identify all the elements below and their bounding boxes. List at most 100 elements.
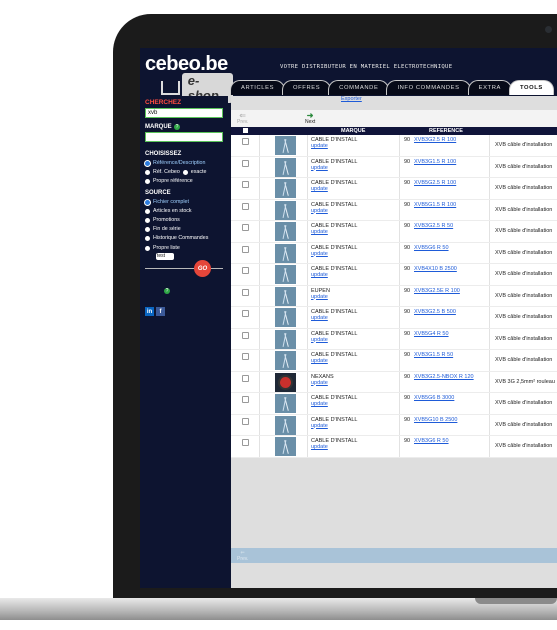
reference-link[interactable]: XVB3G2.5 R 50 (414, 223, 453, 229)
option-propre-reference[interactable]: Propre référence (145, 178, 193, 184)
update-link[interactable]: update (311, 165, 328, 171)
product-thumbnail[interactable] (275, 372, 296, 392)
reference-link[interactable]: XVB5G2.5 R 100 (414, 180, 456, 186)
row-checkbox[interactable] (242, 374, 249, 382)
site-logo[interactable]: cebeo.be e-shop (145, 53, 233, 103)
update-link[interactable]: update (311, 380, 328, 386)
update-link[interactable]: update (311, 272, 328, 278)
source-promotions[interactable]: Promotions (145, 217, 180, 223)
product-thumbnail[interactable] (275, 394, 296, 413)
product-thumbnail[interactable] (275, 437, 296, 456)
source-historique-commandes[interactable]: Historique Commandes (145, 235, 208, 241)
description-cell: XVB câble d'installation (495, 142, 553, 148)
product-thumbnail[interactable] (275, 415, 296, 435)
go-button[interactable]: GO (194, 260, 211, 277)
tab-extra[interactable]: EXTRA (467, 80, 512, 95)
update-link[interactable]: update (311, 229, 328, 235)
reference-link[interactable]: XVB5G6 B 3000 (414, 395, 454, 401)
reference-link[interactable]: XVB5G4 R 50 (414, 331, 449, 337)
tab-articles[interactable]: ARTICLES (230, 80, 286, 95)
row-checkbox[interactable] (242, 224, 249, 231)
product-thumbnail[interactable] (275, 351, 296, 370)
description-cell: XVB câble d'installation (495, 314, 553, 320)
source-fin-de-serie[interactable]: Fin de série (145, 226, 181, 232)
reference-link[interactable]: XVB3G2.5 B 500 (414, 309, 456, 315)
source-propre-liste[interactable]: Propre liste (145, 245, 180, 251)
update-link[interactable]: update (311, 186, 328, 192)
prev-button[interactable]: ⇐ Prev. (237, 112, 249, 126)
product-thumbnail[interactable] (275, 243, 296, 263)
column-divider (307, 393, 308, 414)
tab-info-commandes[interactable]: INFO COMMANDES (386, 80, 471, 95)
description-cell: XVB câble d'installation (495, 228, 553, 234)
liste-select[interactable]: test (156, 253, 174, 260)
reference-link[interactable]: XVB3G2.5 R 100 (414, 137, 456, 143)
product-thumbnail[interactable] (275, 157, 296, 177)
update-link[interactable]: update (311, 401, 328, 407)
row-checkbox[interactable] (242, 181, 249, 188)
row-checkbox[interactable] (242, 202, 249, 210)
update-link[interactable]: update (311, 337, 328, 343)
row-checkbox[interactable] (242, 288, 249, 296)
radio-icon[interactable] (182, 169, 188, 175)
product-thumbnail[interactable] (275, 200, 296, 220)
brand-cell: CABLE D'INSTALL update (311, 137, 358, 149)
update-link[interactable]: update (311, 208, 328, 214)
row-checkbox[interactable] (242, 331, 249, 339)
update-link[interactable]: update (311, 251, 328, 257)
reference-link[interactable]: XVB3G1.5 R 50 (414, 352, 453, 358)
reference-link[interactable]: XVB3G1.5 R 100 (414, 159, 456, 165)
source-fichier-complet[interactable]: Fichier complet (145, 199, 189, 205)
product-thumbnail[interactable] (275, 329, 296, 349)
reference-link[interactable]: XVB3G2.5-NBOX R 120 (414, 374, 474, 380)
facebook-icon[interactable]: f (156, 307, 165, 316)
reference-link[interactable]: XVB3G6 R 50 (414, 438, 449, 444)
product-thumbnail[interactable] (275, 286, 296, 306)
table-row: EUPEN update 90 XVB3G2.5E R 100 XVB câble d'… (231, 285, 557, 307)
tab-commande[interactable]: COMMANDE (328, 80, 390, 95)
update-link[interactable]: update (311, 423, 328, 429)
product-thumbnail[interactable] (275, 179, 296, 198)
help-icon[interactable]: ? (174, 124, 180, 130)
row-checkbox[interactable] (242, 159, 249, 167)
table-row: CABLE D'INSTALL update 90 XVB3G2.5 R 50 XVB … (231, 221, 557, 243)
select-all-checkbox[interactable] (243, 128, 248, 133)
option-reference-description[interactable]: Référence/Description (145, 160, 205, 166)
source-articles-en-stock[interactable]: Articles en stock (145, 208, 192, 214)
reference-link[interactable]: XVB4X10 B 2500 (414, 266, 457, 272)
update-link[interactable]: update (311, 294, 328, 300)
reference-link[interactable]: XVB5G6 R 50 (414, 245, 449, 251)
update-link[interactable]: update (311, 444, 328, 450)
marque-input[interactable] (145, 132, 223, 142)
quantity-cell: 90 (404, 158, 411, 165)
row-checkbox[interactable] (242, 267, 249, 274)
reference-link[interactable]: XVB5G10 B 2500 (414, 417, 457, 423)
row-checkbox[interactable] (242, 138, 249, 145)
update-link[interactable]: update (311, 315, 328, 321)
product-thumbnail[interactable] (275, 265, 296, 284)
row-checkbox[interactable] (242, 310, 249, 317)
option-ref-cebeo[interactable]: Réf. Cebeo exacte (145, 169, 206, 175)
export-link[interactable]: Exporter (341, 96, 362, 102)
row-checkbox[interactable] (242, 417, 249, 425)
row-checkbox[interactable] (242, 353, 249, 360)
product-thumbnail[interactable] (275, 222, 296, 241)
row-checkbox[interactable] (242, 245, 249, 253)
results-panel: Exporter ⇐ Prev. ➜ Next MARQUE REFERENCE… (231, 96, 557, 588)
reference-link[interactable]: XVB5G1.5 R 100 (414, 202, 456, 208)
reference-link[interactable]: XVB3G2.5E R 100 (414, 288, 460, 294)
help-icon[interactable]: ? (164, 288, 170, 294)
next-button[interactable]: ➜ Next (305, 112, 315, 126)
update-link[interactable]: update (311, 143, 328, 149)
product-thumbnail[interactable] (275, 136, 296, 155)
linkedin-icon[interactable]: in (145, 307, 154, 316)
prev-label: Prev. (237, 119, 249, 125)
tab-offres[interactable]: OFFRES (282, 80, 332, 95)
update-link[interactable]: update (311, 358, 328, 364)
search-input[interactable]: xvb (145, 108, 223, 118)
row-checkbox[interactable] (242, 396, 249, 403)
tab-tools[interactable]: TOOLS (508, 80, 554, 95)
prev-button-bottom[interactable]: ⇐ Prev. (237, 550, 248, 562)
product-thumbnail[interactable] (275, 308, 296, 327)
row-checkbox[interactable] (242, 439, 249, 446)
